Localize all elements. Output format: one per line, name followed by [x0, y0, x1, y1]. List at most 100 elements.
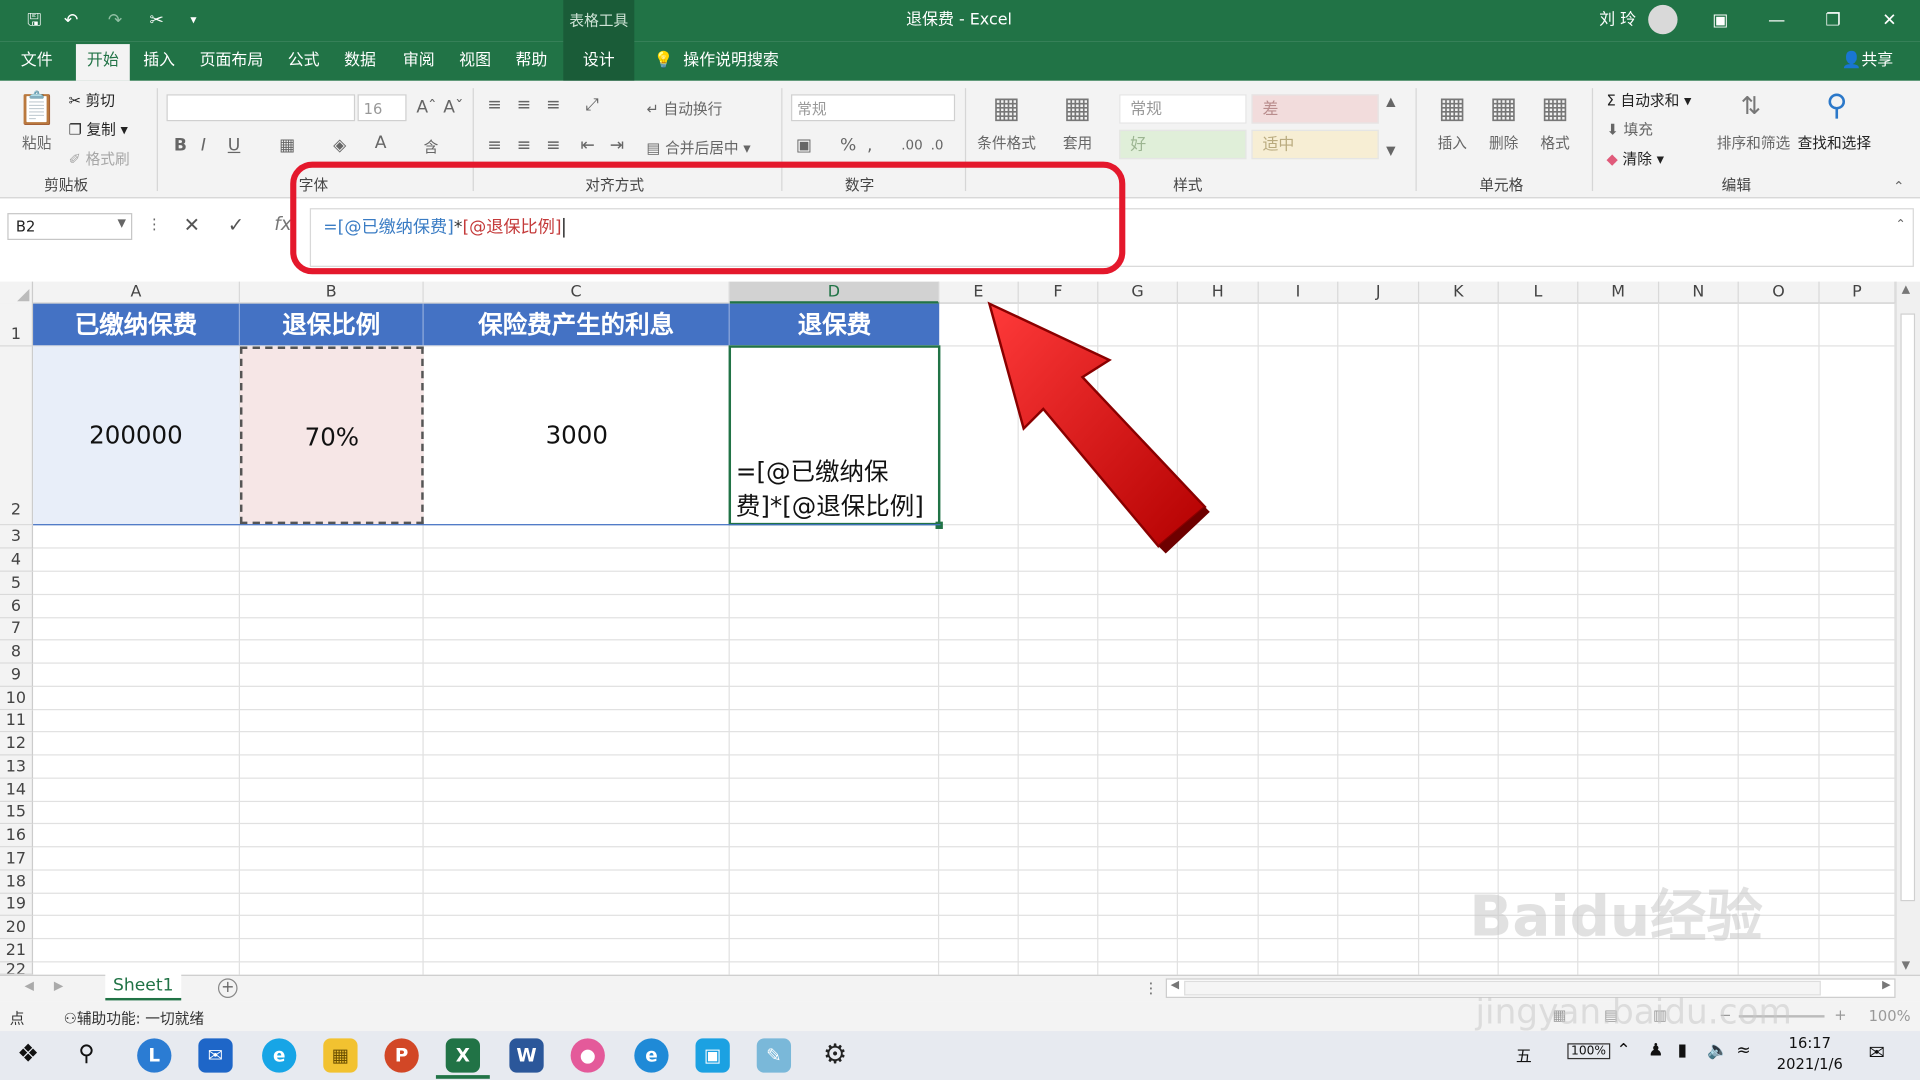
- word-icon[interactable]: W: [509, 1038, 544, 1073]
- notes-app-icon[interactable]: ✎: [756, 1038, 792, 1073]
- tab-design[interactable]: 设计: [571, 42, 627, 81]
- find-select-label[interactable]: 查找和选择: [1798, 132, 1871, 153]
- column-header-j[interactable]: J: [1338, 281, 1420, 304]
- align-center-icon[interactable]: ≡: [517, 136, 531, 156]
- battery-indicator[interactable]: 100%: [1567, 1043, 1610, 1060]
- delete-cells-icon[interactable]: ▦: [1484, 91, 1523, 130]
- align-top-icon[interactable]: ≡: [487, 96, 501, 116]
- row-header-22[interactable]: 22: [0, 962, 34, 975]
- row-header-8[interactable]: 8: [0, 640, 34, 664]
- redo-icon[interactable]: ↷: [103, 9, 127, 33]
- save-icon[interactable]: 🖫: [22, 9, 46, 33]
- number-format-select[interactable]: 常规: [791, 94, 956, 122]
- row-header-2[interactable]: 2: [0, 346, 34, 526]
- decrease-indent-icon[interactable]: ⇤: [580, 136, 594, 156]
- clock-date[interactable]: 2021/1/6: [1766, 1056, 1854, 1073]
- tab-page-layout[interactable]: 页面布局: [193, 42, 269, 81]
- row-header-15[interactable]: 15: [0, 802, 34, 825]
- decrease-decimal-icon[interactable]: .0: [931, 137, 944, 153]
- expand-formula-bar-icon[interactable]: ⌃: [1896, 218, 1906, 231]
- styles-more-icon[interactable]: ▼: [1386, 144, 1395, 157]
- avatar[interactable]: [1648, 4, 1678, 35]
- sheet-prev-icon[interactable]: ◀: [24, 980, 33, 993]
- scroll-down-icon[interactable]: ▼: [1902, 960, 1910, 972]
- scroll-thumb[interactable]: [1900, 313, 1916, 902]
- column-header-p[interactable]: P: [1820, 281, 1896, 304]
- tray-battery-icon[interactable]: ▮: [1678, 1041, 1687, 1061]
- close-icon[interactable]: ✕: [1861, 0, 1917, 42]
- vertical-scrollbar[interactable]: ▲ ▼: [1895, 281, 1920, 975]
- volume-icon[interactable]: 🔈: [1707, 1041, 1728, 1061]
- row-header-14[interactable]: 14: [0, 778, 34, 803]
- sheet-tab-sheet1[interactable]: Sheet1: [105, 973, 182, 1001]
- increase-decimal-icon[interactable]: .00: [901, 137, 922, 153]
- align-left-icon[interactable]: ≡: [487, 136, 501, 156]
- ribbon-display-icon[interactable]: ▣: [1692, 0, 1748, 42]
- fill-color-icon[interactable]: ◈: [333, 136, 346, 156]
- copy-button[interactable]: ❐ 复制 ▾: [69, 119, 128, 140]
- mail-icon[interactable]: ✉: [198, 1038, 233, 1073]
- align-middle-icon[interactable]: ≡: [517, 96, 531, 116]
- column-header-n[interactable]: N: [1659, 281, 1739, 304]
- styles-scroll-up-icon[interactable]: ▲: [1386, 96, 1395, 109]
- sort-filter-icon[interactable]: ⇅: [1731, 91, 1770, 130]
- border-icon[interactable]: ▦: [279, 136, 295, 156]
- column-header-i[interactable]: I: [1259, 281, 1339, 304]
- row-header-18[interactable]: 18: [0, 870, 34, 894]
- underline-icon[interactable]: U: [228, 136, 241, 156]
- format-painter-button[interactable]: ✐ 格式刷: [69, 148, 130, 169]
- autosum-button[interactable]: Σ 自动求和 ▾: [1607, 89, 1692, 110]
- row-header-6[interactable]: 6: [0, 595, 34, 619]
- edge-browser-icon[interactable]: e: [634, 1038, 669, 1073]
- tab-home[interactable]: 开始: [75, 44, 130, 81]
- settings-gear-icon[interactable]: ⚙: [818, 1038, 852, 1072]
- style-bad[interactable]: 差: [1251, 94, 1379, 124]
- row-header-7[interactable]: 7: [0, 618, 34, 641]
- tab-file[interactable]: 文件: [10, 42, 64, 81]
- font-name-select[interactable]: [166, 94, 356, 122]
- column-header-k[interactable]: K: [1419, 281, 1499, 304]
- table-header-interest[interactable]: 保险费产生的利息: [423, 303, 730, 346]
- confirm-formula-icon[interactable]: ✓: [228, 213, 244, 236]
- font-color-icon[interactable]: A: [375, 133, 387, 153]
- fill-button[interactable]: ⬇ 填充: [1607, 119, 1653, 140]
- scroll-up-icon[interactable]: ▲: [1902, 284, 1910, 296]
- name-box[interactable]: B2: [7, 213, 133, 241]
- conditional-format-label[interactable]: 条件格式: [977, 132, 1036, 153]
- style-good[interactable]: 好: [1119, 129, 1247, 160]
- increase-indent-icon[interactable]: ⇥: [610, 136, 624, 156]
- tab-data[interactable]: 数据: [336, 42, 385, 81]
- windows-start-icon[interactable]: ❖: [17, 1041, 41, 1065]
- phonetic-icon[interactable]: 含: [424, 136, 439, 157]
- row-header-5[interactable]: 5: [0, 571, 34, 596]
- row-header-20[interactable]: 20: [0, 915, 34, 940]
- column-header-d[interactable]: D: [729, 281, 940, 304]
- conditional-format-icon[interactable]: ▦: [987, 91, 1026, 130]
- column-header-b[interactable]: B: [240, 281, 424, 304]
- sheet-next-icon[interactable]: ▶: [54, 980, 63, 993]
- excel-icon[interactable]: X: [445, 1038, 481, 1073]
- add-sheet-icon[interactable]: +: [217, 978, 238, 998]
- paint-app-icon[interactable]: ●: [570, 1038, 605, 1073]
- format-as-table-icon[interactable]: ▦: [1058, 91, 1097, 130]
- zoom-level[interactable]: 100%: [1869, 1008, 1911, 1025]
- style-neutral[interactable]: 适中: [1251, 129, 1379, 160]
- orientation-icon[interactable]: ⤢: [585, 96, 599, 116]
- scroll-right-icon[interactable]: ▶: [1882, 980, 1890, 992]
- column-header-o[interactable]: O: [1739, 281, 1820, 304]
- format-cells-label[interactable]: 格式: [1540, 132, 1569, 153]
- restore-icon[interactable]: ❐: [1805, 0, 1861, 42]
- undo-icon[interactable]: ↶: [59, 9, 83, 33]
- screen-app-icon[interactable]: ▣: [695, 1038, 730, 1073]
- italic-icon[interactable]: I: [201, 136, 206, 156]
- sort-filter-label[interactable]: 排序和筛选: [1717, 132, 1790, 153]
- clear-button[interactable]: ◆ 清除 ▾: [1607, 148, 1664, 169]
- row-header-9[interactable]: 9: [0, 663, 34, 687]
- row-header-13[interactable]: 13: [0, 755, 34, 779]
- insert-function-icon[interactable]: fx: [274, 213, 291, 235]
- tab-split-grip-icon[interactable]: ⋮: [1144, 980, 1159, 997]
- table-header-surrender-ratio[interactable]: 退保比例: [240, 303, 424, 346]
- accessibility-status[interactable]: ⚇辅助功能: 一切就绪: [64, 1008, 204, 1029]
- paste-icon[interactable]: 📋: [17, 91, 57, 130]
- row-header-21[interactable]: 21: [0, 939, 34, 963]
